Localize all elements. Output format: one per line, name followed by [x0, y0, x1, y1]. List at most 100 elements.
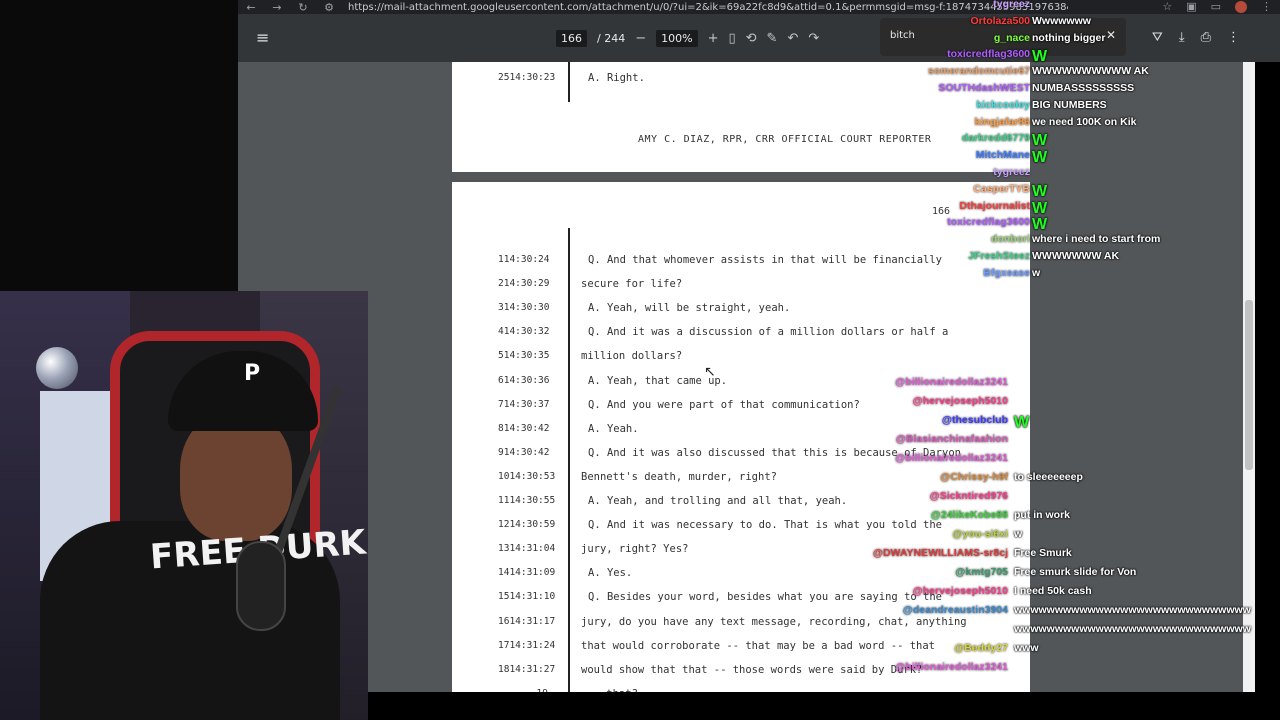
- browser-address-bar: ← → ↻ ⚙ https://mail-attachment.googleus…: [238, 0, 1280, 14]
- line-text: Bennett's death, murder, right?: [581, 470, 777, 483]
- line-timestamp: 14:31:10: [509, 591, 556, 603]
- transcript-line: 1014:30:53 Bennett's death, murder, right…: [452, 471, 1030, 491]
- line-text: jury, do you have any text message, reco…: [581, 615, 967, 628]
- line-number: 10: [498, 470, 510, 482]
- transcript-line: 1114:30:55 A. Yeah, and trolling and all …: [452, 495, 1030, 515]
- extensions-icon[interactable]: ▣: [1186, 0, 1196, 13]
- line-timestamp: 14:30:23: [509, 72, 556, 83]
- disco-ball: [36, 347, 78, 389]
- zoom-in-button[interactable]: +: [708, 31, 719, 46]
- rotate-icon[interactable]: ⟲: [746, 31, 757, 46]
- transcript-line: 714:30:37 Q. And you were part of that co…: [452, 399, 1030, 419]
- line-timestamp: 14:30:37: [503, 398, 550, 410]
- pdf-viewport[interactable]: 2514:30:23 A. Right. AMY C. DIAZ, RPR, C…: [238, 62, 1243, 692]
- line-text: A. Right.: [588, 72, 645, 84]
- line-timestamp: 14:30:30: [503, 302, 550, 314]
- line-timestamp: 14:31:27: [509, 663, 556, 675]
- notification-text: bitch: [890, 30, 915, 41]
- site-info-icon[interactable]: ⚙: [316, 1, 342, 14]
- transcript-line: 614:30:36 A. Yeah, that came up.: [452, 375, 1030, 395]
- line-number: 25: [498, 72, 510, 83]
- line-text: Q. And it was necessary to do. That is w…: [588, 519, 943, 532]
- page-total: / 244: [597, 32, 626, 45]
- line-timestamp: 14:30:59: [509, 519, 556, 531]
- line-timestamp: 14:30:55: [509, 495, 556, 506]
- line-number: 16: [498, 615, 510, 627]
- line-number: 11: [498, 495, 510, 506]
- line-text: million dollars?: [581, 350, 683, 363]
- line-text: would show that that -- those words were…: [581, 663, 923, 676]
- line-timestamp: 14:30:29: [503, 278, 550, 290]
- profile-avatar[interactable]: [1235, 1, 1247, 13]
- line-timestamp: 14:31:04: [509, 543, 556, 555]
- transcript-line: 1814:31:27 would show that that -- those …: [452, 664, 1030, 684]
- line-text: Q. And it was a discussion of a million …: [588, 326, 949, 339]
- transcript-line: 414:30:32 Q. And it was a discussion of a…: [452, 326, 1030, 346]
- cap-logo: P: [244, 361, 261, 386]
- line-number: 12: [498, 519, 510, 531]
- zoom-out-button[interactable]: −: [635, 31, 646, 46]
- undo-icon[interactable]: ↶: [787, 31, 798, 46]
- page-number-input[interactable]: 166: [556, 30, 587, 47]
- line-text: secure for life?: [581, 278, 683, 291]
- pdf-menu-icon[interactable]: ≡: [256, 28, 269, 47]
- browser-menu-icon[interactable]: ⋮: [1261, 0, 1272, 13]
- line-text: Q. Besides your word, besides what you a…: [588, 591, 943, 604]
- transcript-line: 214:30:29 secure for life?: [452, 278, 1030, 298]
- forward-icon[interactable]: →: [264, 1, 290, 14]
- print-icon[interactable]: ⎙: [1201, 30, 1211, 45]
- notification-popup: bitch ✕: [880, 18, 1126, 56]
- line-text: A. Yeah, and trolling and all that, yeah…: [588, 495, 848, 507]
- line-timestamp: 14:30:35: [503, 350, 550, 362]
- url-field[interactable]: https://mail-attachment.googleuserconten…: [348, 2, 1068, 13]
- microphone: [236, 541, 286, 631]
- reload-icon[interactable]: ↻: [290, 1, 316, 14]
- line-number: 14: [498, 567, 510, 579]
- annotate-icon[interactable]: ✎: [767, 31, 778, 46]
- line-text: Q. And that whomever assists in that wil…: [588, 254, 943, 266]
- line-text: jury, right? Yes?: [581, 543, 689, 556]
- webcam-feed: P FREE DURK: [0, 291, 368, 720]
- line-timestamp: 14:31:09: [509, 567, 556, 579]
- page-number: 166: [931, 206, 950, 217]
- zoom-level-input[interactable]: 100%: [656, 30, 698, 47]
- redo-icon[interactable]: ↷: [808, 31, 819, 46]
- previous-page: 2514:30:23 A. Right. AMY C. DIAZ, RPR, C…: [452, 62, 1030, 172]
- line-timestamp: 14:30:42: [503, 446, 550, 458]
- close-icon[interactable]: ✕: [1106, 28, 1116, 42]
- line-number: 15: [498, 591, 510, 603]
- screen: ← → ↻ ⚙ https://mail-attachment.googleus…: [0, 0, 1280, 720]
- transcript-line: 814:30:42 A. Yeah.: [452, 423, 1030, 443]
- line-text: A. Yeah.: [588, 422, 639, 435]
- drive-save-icon[interactable]: ⛛: [1152, 30, 1163, 45]
- transcript-line: 1314:31:04 jury, right? Yes?: [452, 543, 1030, 563]
- line-timestamp: 14:30:36: [503, 374, 550, 386]
- download-icon[interactable]: ⤓: [1179, 30, 1185, 45]
- more-options-icon[interactable]: ⋮: [1227, 30, 1240, 45]
- line-text: A. Yes.: [588, 567, 633, 580]
- mouse-cursor-icon: ↖: [704, 364, 716, 380]
- transcript-line: 2514:30:23 A. Right.: [452, 72, 1030, 92]
- line-timestamp: 14:31:24: [509, 639, 556, 651]
- fit-page-icon[interactable]: ▯: [728, 31, 735, 46]
- line-text: Q. And it was also discussed that this i…: [588, 446, 961, 459]
- line-text: A. Yeah, will be straight, yeah.: [588, 302, 791, 315]
- transcript-line: 1614:31:17 jury, do you have any text mes…: [452, 616, 1030, 636]
- back-icon[interactable]: ←: [238, 1, 264, 14]
- bottom-edge: [238, 692, 1280, 720]
- right-edge: [1255, 62, 1280, 720]
- bookmark-star-icon[interactable]: ☆: [1162, 0, 1172, 13]
- line-number: 13: [498, 543, 510, 555]
- line-timestamp: 14:30:32: [503, 326, 550, 338]
- sidebar-icon[interactable]: ▭: [1211, 0, 1221, 13]
- transcript-line: 1514:31:10 Q. Besides your word, besides …: [452, 591, 1030, 611]
- line-timestamp: 14:30:42: [503, 422, 550, 434]
- court-reporter-footer: AMY C. DIAZ, RPR, CRR OFFICIAL COURT REP…: [638, 134, 932, 145]
- scrollbar-thumb[interactable]: [1245, 300, 1253, 470]
- transcript-line: 114:30:24 Q. And that whomever assists in…: [452, 254, 1030, 274]
- line-text: Q. And you were part of that communicati…: [588, 398, 860, 411]
- line-number: 17: [498, 639, 510, 651]
- transcript-line: 1214:30:59 Q. And it was necessary to do.…: [452, 519, 1030, 539]
- line-number: 18: [498, 663, 510, 675]
- transcript-line: 314:30:30 A. Yeah, will be straight, yeah…: [452, 302, 1030, 322]
